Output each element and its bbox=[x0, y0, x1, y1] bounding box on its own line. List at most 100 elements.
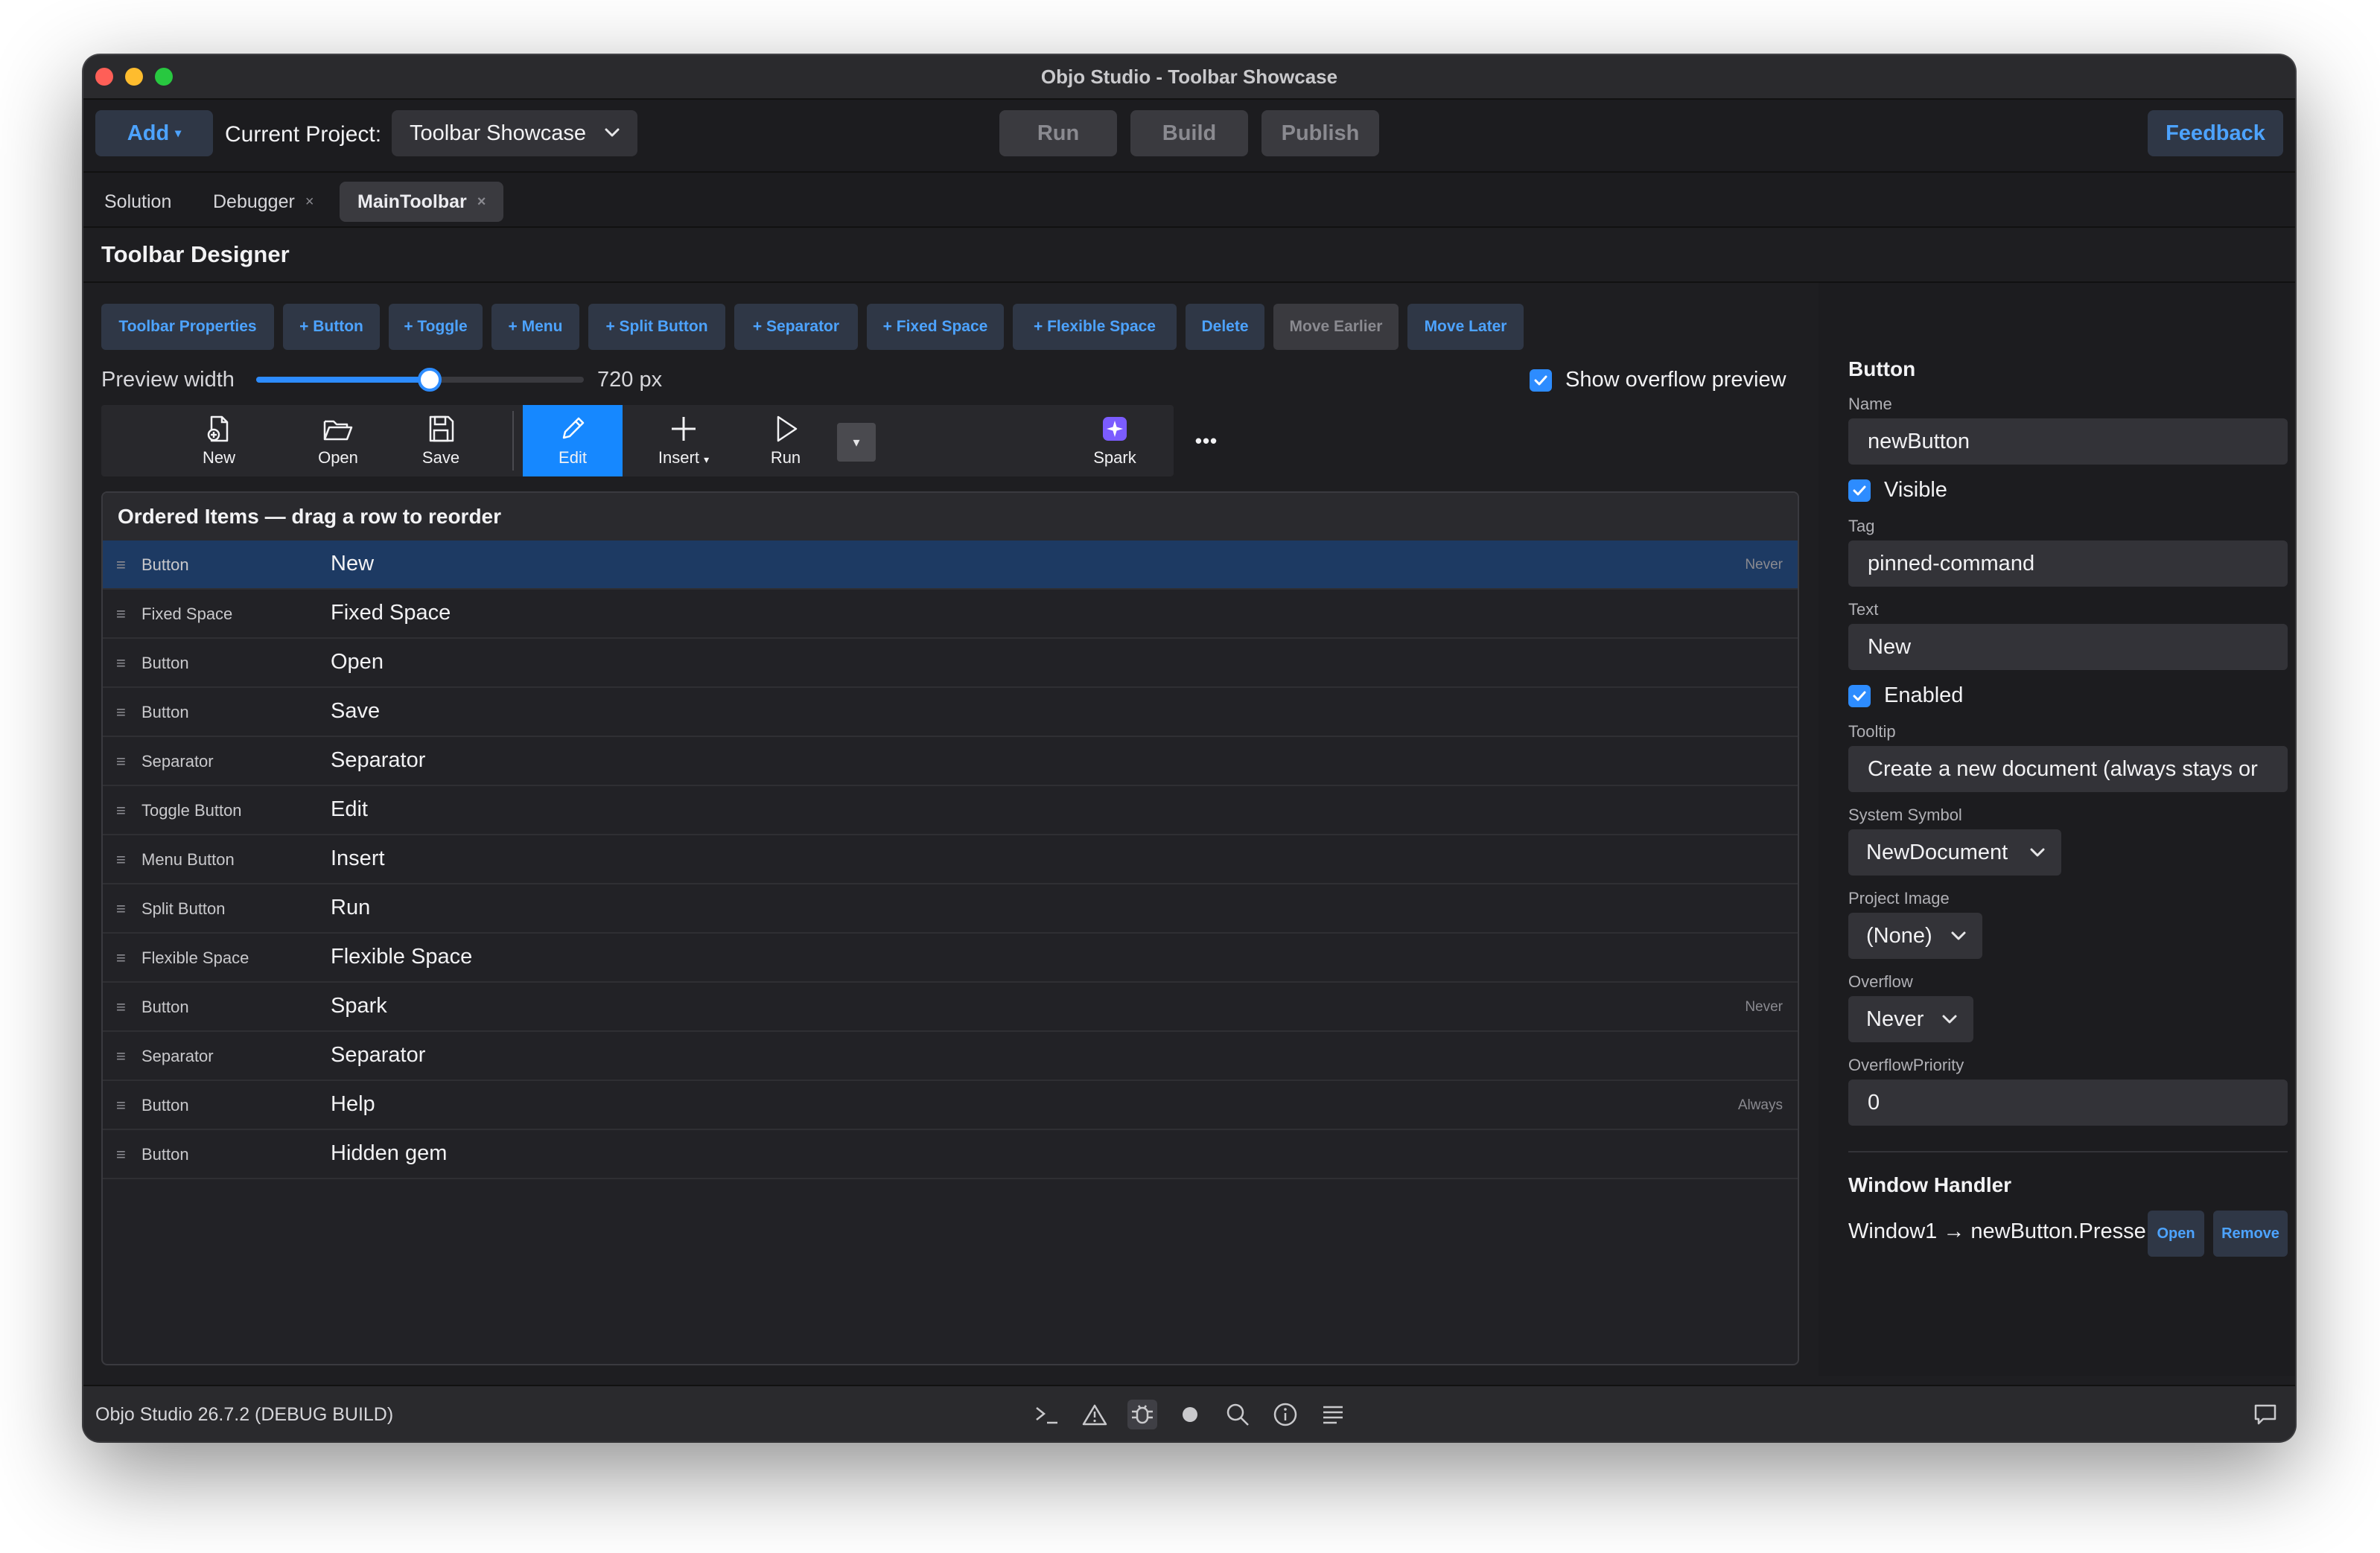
warning-icon[interactable] bbox=[1080, 1400, 1110, 1429]
run-dropdown-button[interactable]: ▾ bbox=[837, 423, 876, 462]
list-item[interactable]: ≡ Fixed Space Fixed Space bbox=[103, 590, 1798, 639]
list-item[interactable]: ≡ Button Open bbox=[103, 639, 1798, 688]
item-overflow: Always bbox=[1737, 1097, 1783, 1113]
list-item[interactable]: ≡ Button Spark Never bbox=[103, 983, 1798, 1032]
item-overflow: Never bbox=[1745, 557, 1783, 573]
overflow-priority-field[interactable]: 0 bbox=[1848, 1080, 2288, 1126]
minimize-window-button[interactable] bbox=[125, 68, 143, 86]
status-text: Objo Studio 26.7.2 (DEBUG BUILD) bbox=[95, 1404, 394, 1425]
preview-open-button[interactable]: Open bbox=[301, 405, 375, 476]
delete-button[interactable]: Delete bbox=[1186, 304, 1264, 350]
system-symbol-select[interactable]: NewDocument bbox=[1848, 829, 2061, 876]
add-menu-chip[interactable]: + Menu bbox=[491, 304, 579, 350]
list-item[interactable]: ≡ Button Save bbox=[103, 688, 1798, 737]
toolbar-properties-button[interactable]: Toolbar Properties bbox=[101, 304, 274, 350]
drag-handle-icon[interactable]: ≡ bbox=[116, 1145, 126, 1164]
list-item[interactable]: ≡ Button Hidden gem bbox=[103, 1130, 1798, 1179]
run-button[interactable]: Run bbox=[999, 110, 1117, 156]
item-kind: Button bbox=[141, 703, 189, 721]
preview-open-label: Open bbox=[318, 448, 358, 467]
list-item[interactable]: ≡ Toggle Button Edit bbox=[103, 786, 1798, 835]
info-icon[interactable] bbox=[1270, 1400, 1300, 1429]
drag-handle-icon[interactable]: ≡ bbox=[116, 850, 126, 870]
show-overflow-checkbox[interactable] bbox=[1530, 369, 1552, 392]
enabled-checkbox-row[interactable]: Enabled bbox=[1848, 683, 1963, 708]
drag-handle-icon[interactable]: ≡ bbox=[116, 555, 126, 575]
preview-edit-label: Edit bbox=[559, 448, 587, 467]
visible-checkbox-row[interactable]: Visible bbox=[1848, 478, 1947, 503]
preview-spark-button[interactable]: Spark bbox=[1074, 405, 1156, 476]
feedback-button[interactable]: Feedback bbox=[2148, 110, 2283, 156]
preview-save-button[interactable]: Save bbox=[404, 405, 478, 476]
drag-handle-icon[interactable]: ≡ bbox=[116, 605, 126, 624]
tab-label: Solution bbox=[104, 191, 172, 212]
search-icon[interactable] bbox=[1223, 1400, 1253, 1429]
item-name: Edit bbox=[331, 797, 368, 821]
close-tab-icon[interactable]: × bbox=[305, 194, 314, 211]
enabled-checkbox[interactable] bbox=[1848, 684, 1871, 707]
tag-field[interactable]: pinned-command bbox=[1848, 540, 2288, 587]
list-icon[interactable] bbox=[1318, 1400, 1348, 1429]
list-header: Ordered Items — drag a row to reorder bbox=[103, 493, 1798, 540]
close-tab-icon[interactable]: × bbox=[477, 194, 486, 211]
drag-handle-icon[interactable]: ≡ bbox=[116, 998, 126, 1017]
tab-solution[interactable]: Solution bbox=[86, 182, 189, 222]
tab-maintoolbar[interactable]: MainToolbar × bbox=[340, 182, 504, 222]
preview-run-split-button[interactable]: Run bbox=[745, 405, 827, 476]
text-field[interactable]: New bbox=[1848, 624, 2288, 670]
list-item[interactable]: ≡ Menu Button Insert bbox=[103, 835, 1798, 884]
add-separator-chip[interactable]: + Separator bbox=[734, 304, 858, 350]
build-button[interactable]: Build bbox=[1130, 110, 1248, 156]
tooltip-field[interactable]: Create a new document (always stays or bbox=[1848, 746, 2288, 792]
drag-handle-icon[interactable]: ≡ bbox=[116, 899, 126, 919]
drag-handle-icon[interactable]: ≡ bbox=[116, 1096, 126, 1115]
drag-handle-icon[interactable]: ≡ bbox=[116, 703, 126, 722]
list-item[interactable]: ≡ Separator Separator bbox=[103, 1032, 1798, 1081]
window-title: Objo Studio - Toolbar Showcase bbox=[1040, 65, 1338, 88]
add-flexible-space-chip[interactable]: + Flexible Space bbox=[1013, 304, 1177, 350]
list-item[interactable]: ≡ Flexible Space Flexible Space bbox=[103, 934, 1798, 983]
drag-handle-icon[interactable]: ≡ bbox=[116, 801, 126, 820]
publish-button[interactable]: Publish bbox=[1261, 110, 1379, 156]
open-handler-button[interactable]: Open bbox=[2148, 1211, 2204, 1257]
project-image-select[interactable]: (None) bbox=[1848, 913, 1982, 959]
toolbar-preview: New Open Save Edit Insert ▾ Run ▾ Spark … bbox=[101, 405, 1217, 476]
tab-debugger[interactable]: Debugger × bbox=[195, 182, 332, 222]
add-fixed-space-chip[interactable]: + Fixed Space bbox=[867, 304, 1004, 350]
preview-width-value: 720 px bbox=[597, 368, 663, 392]
preview-new-button[interactable]: New bbox=[182, 405, 256, 476]
overflow-select[interactable]: Never bbox=[1848, 996, 1973, 1042]
zoom-window-button[interactable] bbox=[155, 68, 173, 86]
record-icon[interactable] bbox=[1175, 1400, 1205, 1429]
slider-handle[interactable] bbox=[418, 368, 442, 392]
list-item[interactable]: ≡ Button New Never bbox=[103, 540, 1798, 590]
drag-handle-icon[interactable]: ≡ bbox=[116, 1047, 126, 1066]
add-button-chip[interactable]: + Button bbox=[283, 304, 380, 350]
drag-handle-icon[interactable]: ≡ bbox=[116, 752, 126, 771]
list-item[interactable]: ≡ Button Help Always bbox=[103, 1081, 1798, 1130]
preview-insert-menu[interactable]: Insert ▾ bbox=[633, 405, 734, 476]
add-split-button-chip[interactable]: + Split Button bbox=[588, 304, 725, 350]
inspector-panel: Button Name newButton Visible Tag pinned… bbox=[1819, 283, 2295, 1376]
add-button[interactable]: Add ▾ bbox=[95, 110, 213, 156]
bug-icon[interactable] bbox=[1127, 1400, 1157, 1429]
terminal-icon[interactable] bbox=[1032, 1400, 1062, 1429]
list-item[interactable]: ≡ Separator Separator bbox=[103, 737, 1798, 786]
list-item[interactable]: ≡ Split Button Run bbox=[103, 884, 1798, 934]
project-select[interactable]: Toolbar Showcase bbox=[392, 110, 637, 156]
drag-handle-icon[interactable]: ≡ bbox=[116, 948, 126, 968]
visible-checkbox[interactable] bbox=[1848, 479, 1871, 502]
chat-icon[interactable] bbox=[2250, 1400, 2280, 1429]
preview-run-label: Run bbox=[770, 448, 801, 467]
preview-edit-toggle[interactable]: Edit bbox=[523, 405, 623, 476]
move-earlier-button[interactable]: Move Earlier bbox=[1273, 304, 1399, 350]
remove-handler-button[interactable]: Remove bbox=[2213, 1211, 2288, 1257]
add-toggle-chip[interactable]: + Toggle bbox=[389, 304, 483, 350]
app-window: Objo Studio - Toolbar Showcase Add ▾ Cur… bbox=[83, 55, 2295, 1441]
move-later-button[interactable]: Move Later bbox=[1407, 304, 1524, 350]
more-options-icon[interactable]: ••• bbox=[1186, 405, 1227, 476]
name-field[interactable]: newButton bbox=[1848, 418, 2288, 465]
add-caret-icon: ▾ bbox=[175, 127, 182, 140]
close-window-button[interactable] bbox=[95, 68, 113, 86]
drag-handle-icon[interactable]: ≡ bbox=[116, 654, 126, 673]
